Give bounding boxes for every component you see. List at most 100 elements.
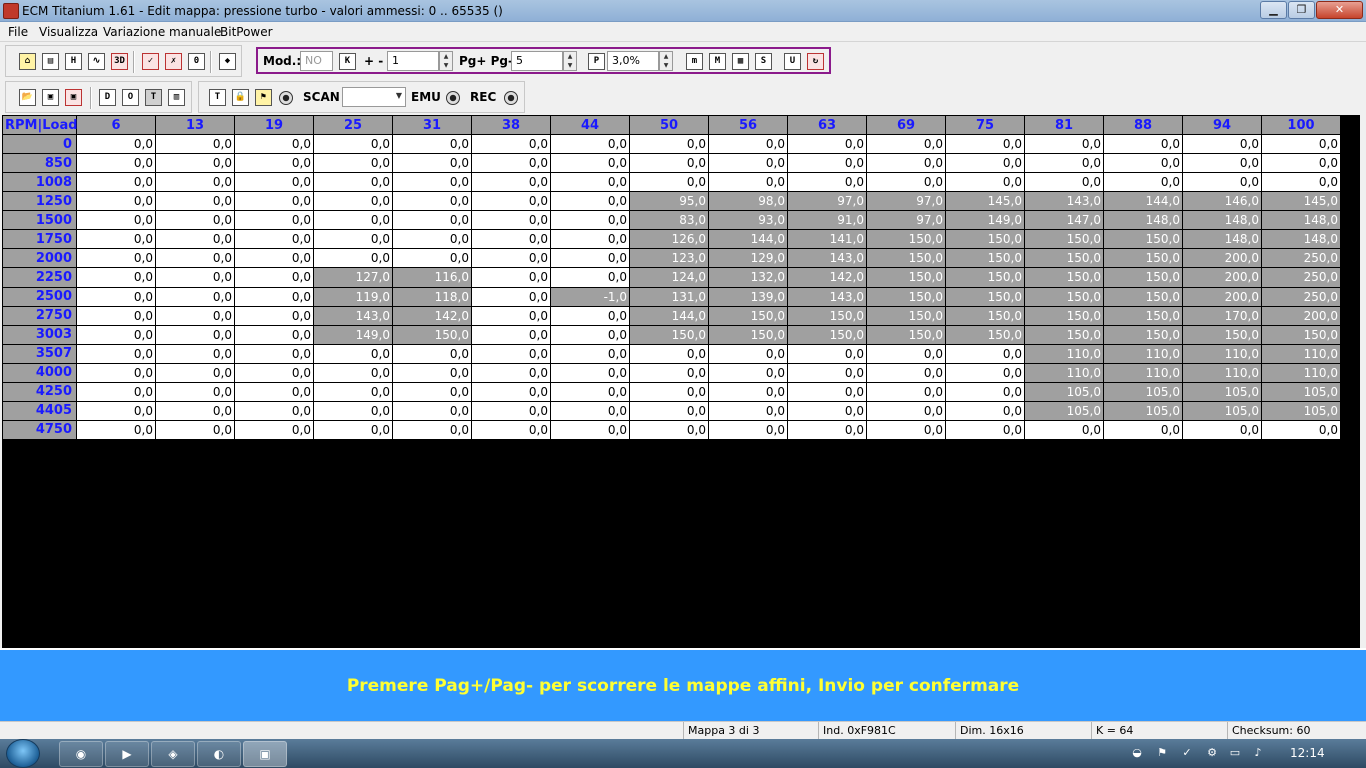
map-cell[interactable]: 150,0 — [866, 305, 946, 326]
mod-field[interactable]: NO — [300, 51, 333, 71]
map-cell[interactable]: 83,0 — [629, 210, 709, 231]
map-cell[interactable]: 0,0 — [1182, 133, 1262, 155]
map-cell[interactable]: 0,0 — [1182, 153, 1262, 174]
map-cell[interactable]: 150,0 — [1024, 305, 1104, 326]
map-cell[interactable]: 0,0 — [1261, 153, 1341, 174]
map-cell[interactable]: 0,0 — [550, 362, 630, 383]
map-cell[interactable]: 0,0 — [392, 419, 472, 441]
map-cell[interactable]: 0,0 — [155, 343, 235, 364]
check-icon[interactable]: ✓ — [142, 53, 159, 70]
map-cell[interactable]: 0,0 — [629, 419, 709, 441]
map-cell[interactable]: 150,0 — [1024, 267, 1104, 288]
map-cell[interactable]: 0,0 — [234, 172, 314, 193]
map-cell[interactable]: 124,0 — [629, 267, 709, 288]
map-cell[interactable]: 0,0 — [234, 324, 314, 345]
map-cell[interactable]: 0,0 — [1261, 419, 1341, 441]
map-cell[interactable]: 0,0 — [866, 419, 946, 441]
map-cell[interactable]: 0,0 — [471, 305, 551, 326]
map-cell[interactable]: 105,0 — [1261, 400, 1341, 421]
map-cell[interactable]: 0,0 — [945, 343, 1025, 364]
map-cell[interactable]: 150,0 — [629, 324, 709, 345]
map-cell[interactable]: 150,0 — [1024, 286, 1104, 307]
columns-icon[interactable]: ▥ — [168, 89, 185, 106]
map-cell[interactable]: 0,0 — [392, 248, 472, 269]
map-cell[interactable]: 250,0 — [1261, 267, 1341, 288]
map-cell[interactable]: 0,0 — [234, 229, 314, 250]
s-icon[interactable]: S — [755, 53, 772, 70]
map-cell[interactable]: 118,0 — [392, 286, 472, 307]
map-cell[interactable]: 0,0 — [155, 305, 235, 326]
map-cell[interactable]: 150,0 — [866, 267, 946, 288]
rec-radio-icon[interactable] — [504, 91, 518, 105]
page-field[interactable]: 5 — [511, 51, 563, 71]
map-cell[interactable]: 0,0 — [234, 191, 314, 212]
map-cell[interactable]: 0,0 — [471, 191, 551, 212]
map-cell[interactable]: 0,0 — [1261, 172, 1341, 193]
map-cell[interactable]: 0,0 — [1182, 419, 1262, 441]
map-cell[interactable]: 0,0 — [76, 191, 156, 212]
map-cell[interactable]: 0,0 — [1103, 153, 1183, 174]
map-cell[interactable]: 0,0 — [629, 172, 709, 193]
map-cell[interactable]: 0,0 — [1103, 133, 1183, 155]
map-cell[interactable]: 150,0 — [1024, 229, 1104, 250]
map-cell[interactable]: 0,0 — [76, 343, 156, 364]
map-cell[interactable]: 116,0 — [392, 267, 472, 288]
map-cell[interactable]: 0,0 — [1103, 419, 1183, 441]
map-cell[interactable]: 0,0 — [866, 343, 946, 364]
map-cell[interactable]: 143,0 — [787, 248, 867, 269]
map-cell[interactable]: 0,0 — [550, 172, 630, 193]
map-cell[interactable]: 144,0 — [629, 305, 709, 326]
map-cell[interactable]: 0,0 — [550, 343, 630, 364]
map-cell[interactable]: 0,0 — [945, 133, 1025, 155]
map-cell[interactable]: 0,0 — [550, 191, 630, 212]
map-cell[interactable]: 0,0 — [945, 419, 1025, 441]
checksum-icon[interactable]: ✗ — [165, 53, 182, 70]
map-cell[interactable]: 150,0 — [1103, 229, 1183, 250]
map-cell[interactable]: 0,0 — [708, 381, 788, 402]
u-icon[interactable]: U — [784, 53, 801, 70]
k-icon[interactable]: K — [339, 53, 356, 70]
map-cell[interactable]: 0,0 — [76, 419, 156, 441]
map-cell[interactable]: 150,0 — [866, 229, 946, 250]
map-cell[interactable]: 0,0 — [1103, 172, 1183, 193]
map-cell[interactable]: 150,0 — [866, 286, 946, 307]
map-cell[interactable]: 200,0 — [1182, 286, 1262, 307]
map-cell[interactable]: 0,0 — [155, 172, 235, 193]
menu-file[interactable]: File — [8, 25, 28, 39]
map-cell[interactable]: 150,0 — [1024, 324, 1104, 345]
map-cell[interactable]: 143,0 — [313, 305, 393, 326]
map-cell[interactable]: 0,0 — [550, 248, 630, 269]
map-cell[interactable]: 0,0 — [550, 229, 630, 250]
map-cell[interactable]: 0,0 — [629, 153, 709, 174]
map-cell[interactable]: 0,0 — [866, 400, 946, 421]
map-cell[interactable]: 0,0 — [787, 153, 867, 174]
map-cell[interactable]: 200,0 — [1182, 267, 1262, 288]
map-cell[interactable]: 0,0 — [155, 229, 235, 250]
map-cell[interactable]: 0,0 — [234, 362, 314, 383]
map-cell[interactable]: 0,0 — [787, 133, 867, 155]
map-cell[interactable]: 0,0 — [234, 267, 314, 288]
map-cell[interactable]: -1,0 — [550, 286, 630, 307]
map-cell[interactable]: 148,0 — [1261, 210, 1341, 231]
map-cell[interactable]: 0,0 — [471, 400, 551, 421]
map-cell[interactable]: 0,0 — [708, 362, 788, 383]
map-cell[interactable]: 0,0 — [629, 343, 709, 364]
map-cell[interactable]: 170,0 — [1182, 305, 1262, 326]
map-cell[interactable]: 0,0 — [392, 133, 472, 155]
map-cell[interactable]: 110,0 — [1024, 362, 1104, 383]
map-cell[interactable]: 0,0 — [945, 381, 1025, 402]
map-cell[interactable]: 0,0 — [787, 381, 867, 402]
map-cell[interactable]: 105,0 — [1182, 400, 1262, 421]
map-cell[interactable]: 132,0 — [708, 267, 788, 288]
map-cell[interactable]: 148,0 — [1182, 210, 1262, 231]
map-cell[interactable]: 0,0 — [471, 153, 551, 174]
map-cell[interactable]: 105,0 — [1103, 381, 1183, 402]
map-cell[interactable]: 0,0 — [471, 419, 551, 441]
map-cell[interactable]: 0,0 — [550, 133, 630, 155]
chart-icon[interactable]: ▦ — [732, 53, 749, 70]
map-cell[interactable]: 150,0 — [708, 324, 788, 345]
m-icon[interactable]: M — [709, 53, 726, 70]
map-cell[interactable]: 200,0 — [1182, 248, 1262, 269]
map-cell[interactable]: 150,0 — [392, 324, 472, 345]
map-cell[interactable]: 0,0 — [76, 381, 156, 402]
